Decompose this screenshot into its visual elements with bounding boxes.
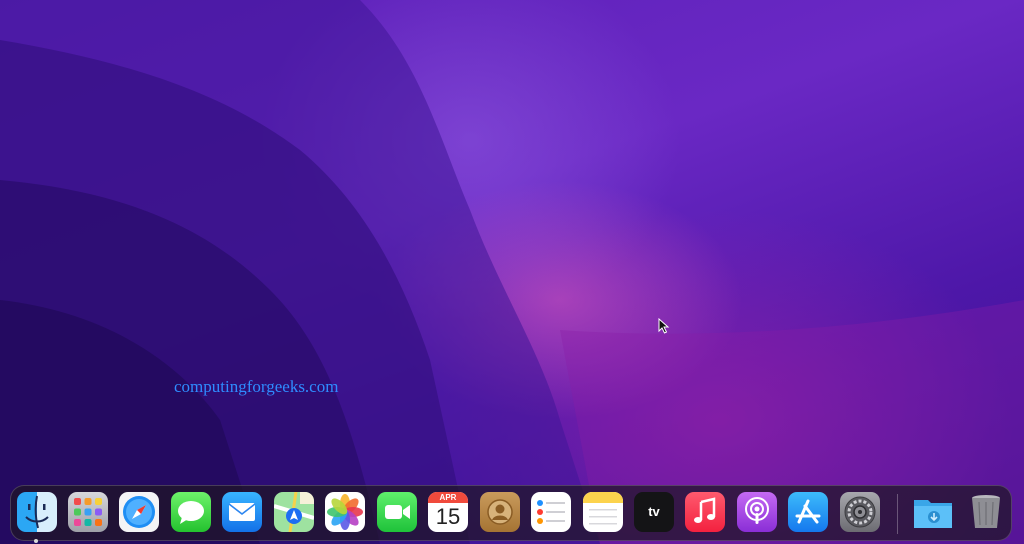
trash-icon[interactable] (966, 492, 1006, 532)
downloads-folder-icon[interactable] (912, 492, 952, 532)
desktop-wallpaper (0, 0, 1024, 544)
apple-tv-icon[interactable]: tv (634, 492, 674, 532)
maps-icon[interactable] (274, 492, 314, 532)
facetime-icon[interactable] (377, 492, 417, 532)
system-preferences-icon[interactable] (840, 492, 880, 532)
calendar-icon[interactable]: APR 15 (428, 492, 468, 532)
podcasts-icon[interactable] (737, 492, 777, 532)
notes-icon[interactable] (583, 492, 623, 532)
finder-running-indicator (34, 539, 38, 543)
mail-icon[interactable] (222, 492, 262, 532)
reminders-icon[interactable] (531, 492, 571, 532)
contacts-icon[interactable] (480, 492, 520, 532)
finder-icon[interactable] (17, 492, 57, 532)
watermark-text: computingforgeeks.com (174, 377, 339, 396)
messages-icon[interactable] (171, 492, 211, 532)
mouse-pointer-icon (658, 318, 670, 334)
app-store-icon[interactable] (788, 492, 828, 532)
photos-icon[interactable] (325, 492, 365, 532)
safari-icon[interactable] (119, 492, 159, 532)
launchpad-icon[interactable] (68, 492, 108, 532)
apple-tv-label: tv (648, 504, 660, 519)
dock-separator (897, 494, 898, 534)
music-icon[interactable] (685, 492, 725, 532)
calendar-day: 15 (435, 504, 461, 529)
